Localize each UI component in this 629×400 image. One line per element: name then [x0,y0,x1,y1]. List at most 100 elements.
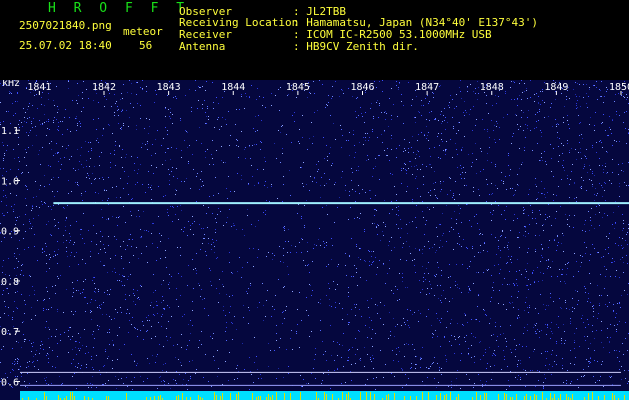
noise-pixel [374,209,375,210]
noise-pixel [331,259,332,260]
noise-pixel [467,322,468,323]
noise-pixel [590,302,591,303]
noise-pixel [4,215,5,216]
noise-pixel [24,339,25,340]
noise-pixel [551,171,552,172]
noise-pixel [28,106,29,107]
noise-pixel [51,307,52,308]
noise-pixel [619,351,620,352]
noise-pixel [460,165,461,166]
noise-pixel [418,310,419,311]
noise-pixel [588,293,589,294]
noise-pixel [235,124,236,125]
noise-pixel [9,93,10,94]
noise-pixel [296,331,297,332]
noise-pixel [540,272,541,273]
noise-pixel [516,279,517,280]
noise-pixel [40,124,41,125]
noise-pixel [486,381,487,382]
noise-pixel [528,279,529,280]
noise-pixel [219,129,220,130]
noise-pixel [13,370,14,371]
noise-pixel [375,304,376,305]
noise-pixel [563,167,564,168]
noise-pixel [18,342,19,343]
noise-pixel [348,287,349,288]
noise-pixel [81,193,82,194]
noise-pixel [604,266,605,267]
noise-pixel [278,89,279,90]
noise-pixel [616,350,617,351]
noise-pixel [491,220,492,221]
noise-pixel [430,366,431,367]
noise-pixel [110,258,111,259]
noise-pixel [567,140,568,141]
noise-pixel [168,238,169,239]
noise-pixel [600,96,601,97]
noise-pixel [514,214,515,215]
noise-pixel [168,215,169,216]
noise-pixel [123,84,124,85]
noise-pixel [358,115,359,116]
noise-pixel [122,110,123,111]
noise-pixel [391,88,392,89]
noise-pixel [406,260,407,261]
noise-pixel [451,227,452,228]
noise-pixel [93,347,94,348]
noise-pixel [473,106,474,107]
noise-pixel [579,135,580,136]
noise-pixel [584,242,585,243]
noise-pixel [129,320,130,321]
noise-pixel [620,307,621,308]
noise-pixel [581,376,582,377]
noise-pixel [444,337,445,338]
noise-pixel [516,283,517,284]
noise-pixel [103,302,104,303]
noise-pixel [581,177,582,178]
noise-pixel [357,285,358,286]
noise-pixel [430,164,431,165]
noise-pixel [56,119,57,120]
noise-pixel [439,370,440,371]
noise-pixel [57,241,58,242]
noise-pixel [453,193,454,194]
noise-pixel [359,218,360,219]
noise-pixel [578,271,579,272]
noise-pixel [589,361,590,362]
noise-pixel [608,238,609,239]
noise-pixel [68,193,69,194]
noise-pixel [302,386,303,387]
noise-pixel [250,283,251,284]
noise-pixel [232,339,233,340]
noise-pixel [411,166,412,167]
noise-pixel [582,256,583,257]
noise-pixel [545,219,546,220]
noise-pixel [465,110,466,111]
noise-pixel [525,137,526,138]
noise-pixel [456,106,457,107]
noise-pixel [612,159,613,160]
noise-pixel [30,130,31,131]
noise-pixel [543,388,544,389]
noise-pixel [594,85,595,86]
noise-pixel [561,308,562,309]
noise-pixel [71,311,72,312]
noise-pixel [242,267,243,268]
noise-pixel [402,281,403,282]
noise-pixel [161,381,162,382]
noise-pixel [138,297,139,298]
noise-pixel [335,289,336,290]
noise-pixel [550,267,551,268]
noise-pixel [261,378,262,379]
noise-pixel [451,381,452,382]
noise-pixel [383,377,384,378]
noise-pixel [396,214,397,215]
noise-pixel [468,353,469,354]
noise-pixel [241,94,242,95]
noise-pixel [229,312,230,313]
noise-pixel [492,193,493,194]
noise-pixel [589,124,590,125]
noise-pixel [326,205,327,206]
noise-pixel [181,157,182,158]
noise-pixel [197,108,198,109]
